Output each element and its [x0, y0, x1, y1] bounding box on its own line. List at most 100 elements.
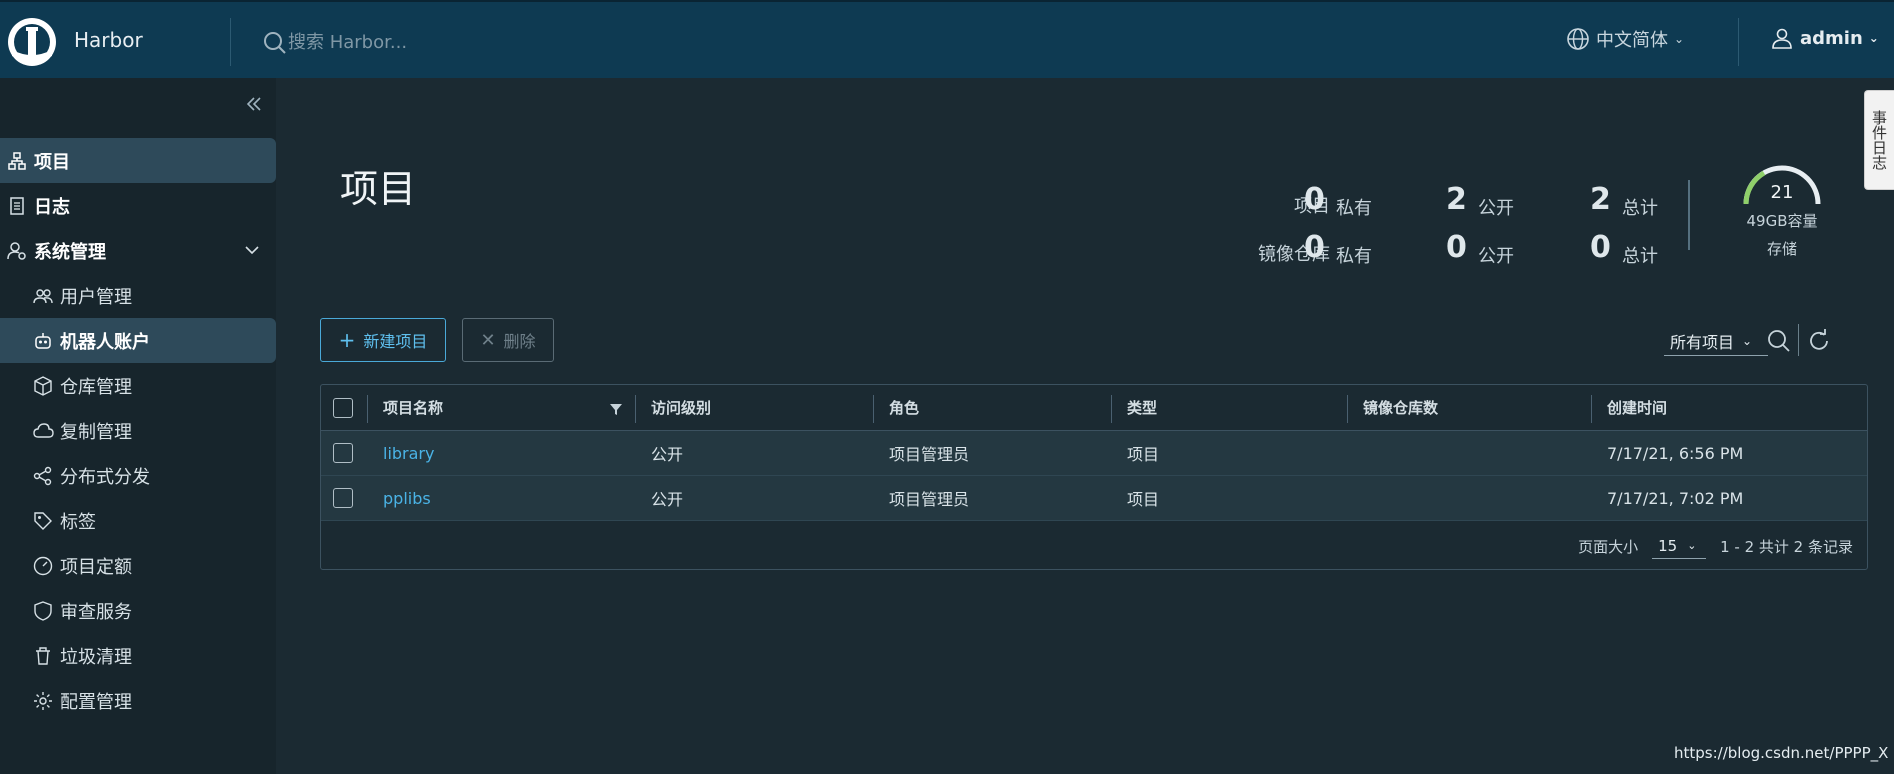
cell-created: 7/17/21, 6:56 PM: [1607, 443, 1744, 463]
select-all-cell: [333, 385, 353, 430]
sidebar-item-logs[interactable]: 日志: [0, 183, 276, 228]
collapse-sidebar-icon[interactable]: [242, 92, 266, 116]
table-row[interactable]: library 公开 项目管理员 项目 7/17/21, 6:56 PM: [321, 431, 1867, 476]
cell-type: 项目: [1127, 445, 1160, 464]
project-name-link[interactable]: library: [383, 431, 434, 475]
username: admin: [1800, 27, 1863, 49]
sidebar-item-label: 日志: [34, 196, 70, 218]
cell-type: 项目: [1127, 490, 1160, 509]
harbor-logo-icon[interactable]: [6, 16, 58, 68]
cell-created: 7/17/21, 7:02 PM: [1607, 488, 1744, 508]
row-checkbox-cell: [333, 476, 353, 520]
column-header-role[interactable]: 角色: [889, 385, 919, 430]
sidebar-item-label: 审查服务: [60, 601, 132, 623]
toolbar-divider: [1798, 324, 1799, 356]
sidebar-item-distributions[interactable]: 分布式分发: [0, 453, 276, 498]
gear-icon: [34, 691, 52, 710]
event-log-tab[interactable]: 事件日志: [1864, 90, 1894, 190]
sidebar: 项目 日志 系统管理 用户管理 机器人账户 仓库管理 复制管理 分布式分发 标签…: [0, 78, 276, 774]
column-header-name[interactable]: 项目名称: [383, 385, 443, 430]
project-name-link[interactable]: pplibs: [383, 476, 431, 520]
stat-repos-private: 0: [1304, 230, 1325, 265]
robot-icon: [35, 332, 51, 349]
sidebar-item-quotas[interactable]: 项目定额: [0, 543, 276, 588]
sidebar-item-label: 系统管理: [34, 241, 106, 263]
language-label: 中文简体: [1596, 30, 1668, 51]
sidebar-item-configuration[interactable]: 配置管理: [0, 678, 276, 723]
top-nav: Harbor 中文简体 ⌄ admin ⌄: [0, 0, 1894, 78]
page-size-label: 页面大小: [1578, 537, 1639, 556]
close-icon: ✕: [480, 329, 496, 351]
filter-label: 所有项目: [1670, 332, 1735, 352]
cell-role: 项目管理员: [889, 445, 970, 464]
brand-name[interactable]: Harbor: [74, 28, 143, 52]
sidebar-item-registries[interactable]: 仓库管理: [0, 363, 276, 408]
page-title: 项目: [340, 167, 417, 211]
storage-label: 存储: [1766, 240, 1797, 258]
cloud-icon: [33, 422, 54, 438]
storage-capacity: 49GB容量: [1746, 212, 1818, 230]
sidebar-item-replications[interactable]: 复制管理: [0, 408, 276, 453]
page-size-select[interactable]: 15 ⌄: [1652, 533, 1707, 559]
column-separator: [367, 395, 368, 423]
chevron-down-icon: [245, 246, 259, 255]
sidebar-item-gc[interactable]: 垃圾清理: [0, 633, 276, 678]
filter-icon[interactable]: [609, 402, 623, 416]
search-input[interactable]: [288, 26, 608, 58]
delete-button[interactable]: ✕ 删除: [462, 318, 554, 362]
delete-label: 删除: [503, 332, 536, 351]
pagination-summary: 1 - 2 共计 2 条记录: [1720, 537, 1853, 556]
sidebar-item-admin[interactable]: 系统管理: [0, 228, 276, 273]
column-header-access[interactable]: 访问级别: [651, 385, 711, 430]
table-row[interactable]: pplibs 公开 项目管理员 项目 7/17/21, 7:02 PM: [321, 476, 1867, 521]
topbar-divider: [1738, 18, 1739, 66]
sidebar-item-label: 标签: [60, 511, 96, 533]
sidebar-item-users[interactable]: 用户管理: [0, 273, 276, 318]
sidebar-item-label: 垃圾清理: [60, 646, 132, 668]
storage-value: 21: [1770, 182, 1794, 203]
stat-projects-total: 2: [1590, 182, 1611, 217]
tag-icon: [34, 511, 52, 530]
refresh-icon[interactable]: [1806, 328, 1832, 354]
search-icon[interactable]: [1766, 328, 1792, 354]
language-selector[interactable]: 中文简体 ⌄: [1566, 26, 1684, 52]
column-separator: [635, 395, 636, 423]
cell-access: 公开: [651, 490, 684, 509]
sidebar-item-label: 配置管理: [60, 691, 132, 713]
admin-icon: [7, 241, 26, 260]
column-separator: [873, 395, 874, 423]
sidebar-item-label: 复制管理: [60, 421, 132, 443]
trash-icon: [36, 646, 50, 665]
plus-icon: +: [338, 328, 356, 352]
sidebar-item-projects[interactable]: 项目: [0, 138, 276, 183]
sidebar-item-label: 用户管理: [60, 286, 132, 308]
project-filter-select[interactable]: 所有项目 ⌄: [1664, 326, 1768, 356]
log-icon: [10, 196, 24, 215]
quota-icon: [33, 556, 53, 575]
chevron-down-icon: ⌄: [1742, 333, 1753, 348]
cell-access: 公开: [651, 445, 684, 464]
stat-public-label: 公开: [1478, 198, 1514, 219]
page-size-value: 15: [1658, 536, 1678, 555]
project-icon: [8, 151, 26, 170]
main-content: 项目 项目 0 私有 2 公开 2 总计 镜像仓库 0 私有 0 公开 0 总计…: [276, 78, 1894, 774]
shield-icon: [34, 600, 52, 621]
sidebar-item-label: 项目定额: [60, 556, 132, 578]
row-checkbox[interactable]: [333, 443, 353, 463]
column-separator: [1347, 395, 1348, 423]
column-header-created[interactable]: 创建时间: [1607, 385, 1667, 430]
column-header-repo-count[interactable]: 镜像仓库数: [1363, 385, 1438, 430]
sidebar-item-label: 机器人账户: [60, 331, 150, 353]
user-menu[interactable]: admin ⌄: [1770, 26, 1879, 50]
sidebar-item-labels[interactable]: 标签: [0, 498, 276, 543]
column-header-type[interactable]: 类型: [1127, 385, 1157, 430]
new-project-button[interactable]: + 新建项目: [320, 318, 446, 362]
stat-repos-total: 0: [1590, 230, 1611, 265]
row-checkbox[interactable]: [333, 488, 353, 508]
stat-projects-private: 0: [1304, 182, 1325, 217]
sidebar-item-label: 项目: [34, 151, 70, 173]
cell-role: 项目管理员: [889, 490, 970, 509]
sidebar-item-robot-accounts[interactable]: 机器人账户: [0, 318, 276, 363]
sidebar-item-interrogation[interactable]: 审查服务: [0, 588, 276, 633]
select-all-checkbox[interactable]: [333, 397, 353, 418]
